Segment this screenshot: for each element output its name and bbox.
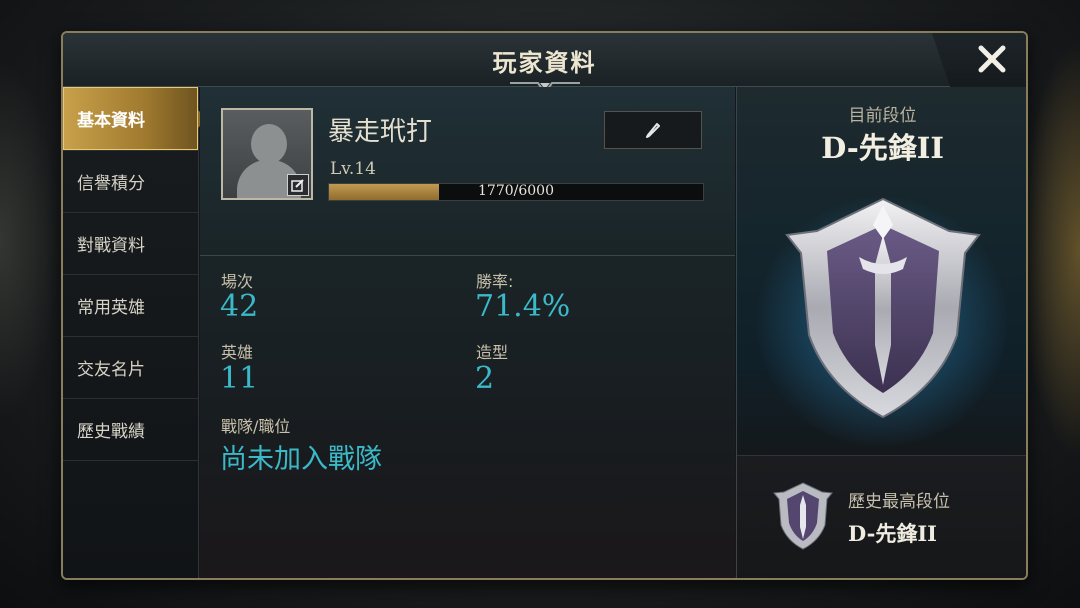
player-name: 暴走玳打 (328, 117, 433, 147)
current-rank-label: 目前段位 (848, 106, 917, 126)
xp-progress-bar: 1770/6000 (328, 183, 704, 201)
section-divider (200, 255, 735, 256)
avatar[interactable] (221, 108, 313, 200)
sidebar-item-label: 基本資料 (77, 111, 145, 131)
edit-name-button[interactable] (604, 111, 702, 149)
best-rank-label: 歷史最高段位 (848, 492, 950, 512)
avatar-edit-button[interactable] (287, 174, 309, 196)
sidebar-item-label: 常用英雄 (77, 298, 145, 318)
sidebar-item-label: 交友名片 (77, 360, 145, 380)
rank-shield-icon (785, 197, 981, 419)
sidebar: 基本資料 信譽積分 對戰資料 常用英雄 交友名片 歷史戰績 (63, 87, 207, 578)
current-rank-value: D-先鋒II (821, 131, 944, 165)
winrate-value: 71.4% (475, 289, 571, 324)
heroes-label: 英雄 (221, 343, 254, 362)
avatar-placeholder-head (251, 124, 287, 164)
skins-value: 2 (475, 361, 495, 396)
sidebar-item-match-history[interactable]: 歷史戰績 (63, 399, 198, 461)
background-glow-right (1020, 40, 1080, 460)
sidebar-item-common-heroes[interactable]: 常用英雄 (63, 275, 198, 337)
dialog-title: 玩家資料 (492, 49, 597, 77)
sidebar-item-basic-info[interactable]: 基本資料 (63, 87, 207, 151)
sidebar-item-social-card[interactable]: 交友名片 (63, 337, 198, 399)
pencil-icon (646, 123, 660, 138)
best-rank-section: 歷史最高段位 D-先鋒II (737, 455, 1026, 578)
player-profile-dialog: 玩家資料 基本資料 信譽積分 對戰資料 常用英雄 交友名片 歷史戰績 暴走玳打 … (61, 31, 1028, 580)
heroes-value: 11 (220, 361, 259, 396)
edit-square-icon (291, 179, 304, 192)
sidebar-item-label: 歷史戰績 (77, 422, 145, 442)
player-level: Lv.14 (330, 159, 376, 179)
close-button[interactable] (974, 41, 1010, 77)
team-label: 戰隊/職位 (221, 417, 291, 436)
sidebar-item-label: 信譽積分 (77, 174, 145, 194)
team-value: 尚未加入戰隊 (220, 444, 382, 475)
best-rank-shield-icon (773, 482, 833, 550)
sidebar-item-label: 對戰資料 (77, 236, 145, 256)
skins-label: 造型 (476, 343, 509, 362)
sidebar-item-credit-score[interactable]: 信譽積分 (63, 151, 198, 213)
background-glow-left (0, 60, 60, 420)
sidebar-item-battle-data[interactable]: 對戰資料 (63, 213, 198, 275)
xp-progress-text: 1770/6000 (478, 183, 554, 199)
best-rank-value: D-先鋒II (848, 521, 937, 546)
profile-main: 暴走玳打 Lv.14 1770/6000 場次 42 勝率: 71.4% 英雄 … (200, 87, 735, 578)
rank-panel: 目前段位 D-先鋒II 歷史最高段位 D-先鋒II (736, 87, 1026, 578)
matches-value: 42 (220, 289, 259, 324)
title-bar: 玩家資料 (63, 33, 1026, 95)
close-icon (978, 45, 1006, 73)
